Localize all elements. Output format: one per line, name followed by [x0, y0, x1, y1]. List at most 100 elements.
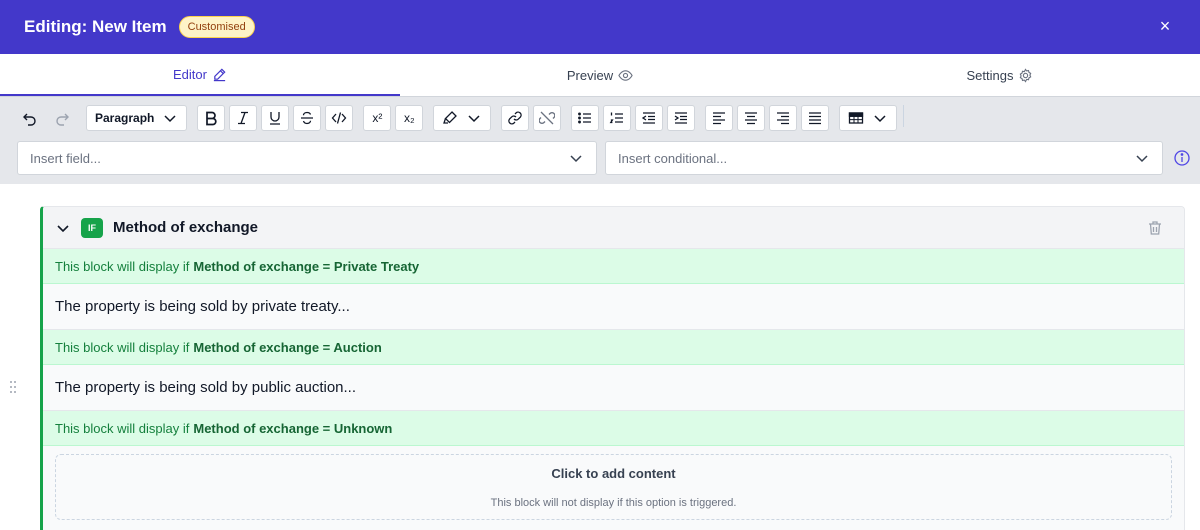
align-right-button[interactable] — [769, 105, 798, 131]
condition-bar: This block will display if Method of exc… — [43, 411, 1184, 446]
insert-conditional-placeholder: Insert conditional... — [618, 150, 728, 166]
chevron-down-icon — [468, 115, 480, 123]
modal-header: Editing: New Item Customised × — [0, 0, 1200, 54]
condition-content[interactable]: The property is being sold by public auc… — [43, 365, 1184, 411]
link-button[interactable] — [501, 105, 530, 131]
paragraph-select[interactable]: Paragraph — [86, 105, 188, 131]
condition-rule: Method of exchange = Private Treaty — [193, 258, 420, 274]
align-justify-button[interactable] — [801, 105, 830, 131]
block-title: Method of exchange — [113, 219, 259, 236]
condition-prefix: This block will display if — [55, 258, 190, 274]
numbered-list-icon — [609, 112, 624, 124]
table-group — [839, 105, 905, 131]
condition-prefix: This block will display if — [55, 420, 190, 436]
align-right-icon — [777, 112, 790, 125]
condition-bar: This block will display if Method of exc… — [43, 249, 1184, 284]
align-center-button[interactable] — [737, 105, 766, 131]
chevron-down-icon — [1136, 155, 1148, 163]
strikethrough-button[interactable] — [293, 105, 322, 131]
tab-bar: Editor Preview Settings — [0, 54, 1200, 96]
link-icon — [508, 111, 523, 125]
trash-icon[interactable] — [1146, 219, 1164, 237]
editor-content: IF Method of exchange This block will di… — [0, 184, 1200, 530]
table-select[interactable] — [839, 105, 898, 131]
add-content-title: Click to add content — [551, 465, 676, 481]
if-tag-icon: IF — [81, 217, 103, 238]
indent-button[interactable] — [667, 105, 696, 131]
editor-toolbar: Paragraph x² x₂ Insert field... Insert c… — [0, 96, 1200, 184]
numbered-list-button[interactable] — [603, 105, 632, 131]
bullet-list-button[interactable] — [571, 105, 600, 131]
block-format-group: Paragraph — [86, 105, 188, 131]
tab-label: Settings — [966, 67, 1014, 83]
redo-button[interactable] — [48, 105, 76, 131]
underline-icon — [270, 112, 281, 125]
list-group — [571, 105, 696, 131]
toolbar-divider — [903, 105, 905, 127]
insert-row: Insert field... Insert conditional... — [17, 141, 1191, 175]
undo-icon — [23, 113, 36, 126]
condition-content[interactable]: The property is being sold by private tr… — [43, 284, 1184, 330]
add-content-area[interactable]: Click to add content This block will not… — [55, 454, 1172, 520]
block-header: IF Method of exchange — [43, 207, 1184, 249]
outdent-button[interactable] — [635, 105, 664, 131]
modal-title: Editing: New Item — [24, 17, 167, 36]
redo-icon — [56, 113, 69, 126]
close-icon[interactable]: × — [1156, 17, 1174, 35]
italic-button[interactable] — [229, 105, 258, 131]
paragraph-label: Paragraph — [95, 111, 155, 125]
pencil-icon — [213, 67, 226, 81]
script-group: x² x₂ — [363, 105, 424, 131]
highlight-select[interactable] — [433, 105, 492, 131]
outdent-icon — [642, 112, 656, 124]
drag-handle-icon[interactable] — [8, 380, 18, 394]
insert-field-select[interactable]: Insert field... — [17, 141, 597, 175]
add-content-subtitle: This block will not display if this opti… — [490, 496, 737, 509]
align-justify-icon — [809, 112, 822, 125]
tab-settings[interactable]: Settings — [800, 54, 1200, 96]
italic-icon — [238, 111, 249, 125]
align-left-button[interactable] — [705, 105, 734, 131]
highlight-group — [433, 105, 492, 131]
tab-editor[interactable]: Editor — [0, 54, 400, 96]
subscript-button[interactable]: x₂ — [395, 105, 424, 131]
code-button[interactable] — [325, 105, 354, 131]
gear-icon — [1020, 67, 1032, 83]
condition-rule: Method of exchange = Unknown — [193, 420, 393, 436]
eye-icon — [618, 69, 633, 81]
insert-field-placeholder: Insert field... — [30, 150, 101, 166]
indent-icon — [674, 112, 688, 124]
align-left-icon — [713, 112, 726, 125]
highlighter-icon — [443, 111, 458, 124]
info-icon[interactable] — [1173, 149, 1191, 167]
underline-button[interactable] — [261, 105, 290, 131]
code-icon — [331, 112, 347, 124]
status-badge: Customised — [178, 16, 255, 38]
toolbar-row: Paragraph x² x₂ — [16, 105, 910, 131]
conditional-block: IF Method of exchange This block will di… — [40, 206, 1185, 530]
insert-conditional-select[interactable]: Insert conditional... — [605, 141, 1163, 175]
tab-label: Editor — [173, 66, 207, 82]
undo-button[interactable] — [16, 105, 44, 131]
condition-bar: This block will display if Method of exc… — [43, 330, 1184, 365]
chevron-down-icon — [164, 115, 176, 123]
align-group — [705, 105, 830, 131]
link-group — [501, 105, 562, 131]
condition-rule: Method of exchange = Auction — [193, 339, 382, 355]
unlink-icon — [539, 111, 556, 125]
unlink-button[interactable] — [533, 105, 562, 131]
table-icon — [849, 112, 864, 124]
bold-icon — [206, 111, 217, 126]
tab-preview[interactable]: Preview — [400, 54, 800, 96]
tab-label: Preview — [566, 67, 614, 83]
chevron-down-icon[interactable] — [55, 220, 71, 236]
history-group — [16, 105, 76, 131]
superscript-button[interactable]: x² — [363, 105, 392, 131]
bold-button[interactable] — [197, 105, 226, 131]
strikethrough-icon — [301, 111, 314, 125]
chevron-down-icon — [874, 115, 886, 123]
chevron-down-icon — [570, 155, 582, 163]
text-style-group — [197, 105, 354, 131]
bullet-list-icon — [578, 112, 592, 124]
condition-prefix: This block will display if — [55, 339, 190, 355]
